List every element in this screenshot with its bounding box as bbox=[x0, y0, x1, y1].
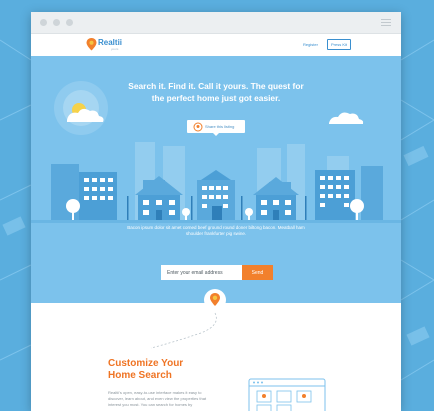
dotted-path bbox=[150, 312, 217, 349]
feature-title-line-2: Home Search bbox=[108, 370, 172, 381]
site-navbar: Realtii yours Register Press Kit bbox=[31, 34, 401, 57]
share-listing-label: Share this listing bbox=[205, 124, 235, 129]
send-button[interactable]: Send bbox=[242, 265, 273, 280]
feature-description: Realtii's open, easy-to-use interface ma… bbox=[108, 390, 207, 407]
window-dot-2 bbox=[53, 19, 60, 26]
browser-illustration-icon bbox=[248, 378, 326, 411]
register-link[interactable]: Register bbox=[303, 42, 318, 47]
share-listing-button[interactable]: Share this listing bbox=[187, 120, 245, 136]
hamburger-icon[interactable] bbox=[381, 19, 391, 26]
feature-section bbox=[31, 303, 401, 411]
map-pin-icon bbox=[210, 293, 220, 306]
logo-pin-icon bbox=[86, 38, 97, 51]
hero-title: Search it. Find it. Call it yours. The q… bbox=[128, 81, 304, 103]
cloud-right-icon bbox=[329, 112, 364, 124]
feature-decoration bbox=[150, 312, 326, 411]
logo-subtext: yours bbox=[111, 47, 119, 51]
browser-chrome bbox=[31, 12, 401, 34]
hero-description: Bacon ipsum dolor sit amet corned beef g… bbox=[127, 225, 305, 236]
feature-title: Customize Your Home Search bbox=[108, 358, 183, 382]
window-dot-1 bbox=[40, 19, 47, 26]
hero-section: Search it. Find it. Call it yours. The q… bbox=[31, 56, 401, 303]
window-dot-3 bbox=[66, 19, 73, 26]
feature-title-line-1: Customize Your bbox=[108, 358, 184, 369]
map-pin-badge bbox=[204, 289, 226, 311]
logo-text: Realtii bbox=[98, 38, 123, 47]
press-kit-button[interactable]: Press Kit bbox=[327, 39, 352, 50]
email-field[interactable] bbox=[161, 265, 242, 280]
browser-window: Realtii yours Register Press Kit Search … bbox=[31, 12, 401, 411]
pin-icon bbox=[193, 122, 203, 132]
